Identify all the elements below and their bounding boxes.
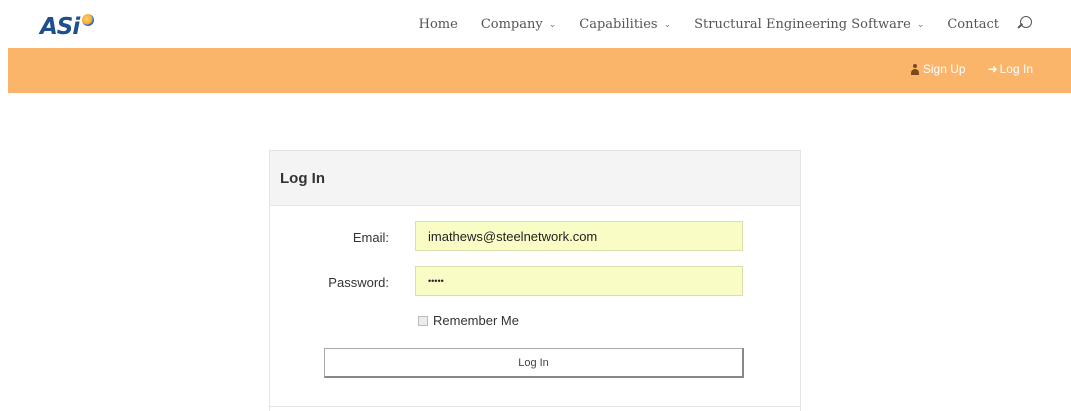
- nav-item-label: Home: [418, 16, 458, 32]
- auth-links: Sign Up ➜ Log In: [888, 62, 1033, 76]
- nav-item-label: Contact: [947, 16, 999, 32]
- sign-up-link[interactable]: Sign Up: [910, 62, 966, 76]
- remember-me-checkbox[interactable]: [418, 315, 428, 326]
- log-in-button-label: Log In: [518, 356, 549, 369]
- chevron-down-icon: ⌄: [663, 20, 672, 30]
- password-value: •••••: [428, 276, 444, 286]
- logo-text: ASi: [40, 14, 80, 40]
- remember-me[interactable]: Remember Me: [418, 313, 519, 328]
- asi-logo[interactable]: ASi: [40, 14, 100, 46]
- login-title: Log In: [280, 169, 325, 187]
- email-value: imathews@steelnetwork.com: [428, 228, 598, 244]
- email-field[interactable]: imathews@steelnetwork.com: [415, 221, 743, 251]
- email-label: Email:: [352, 230, 389, 245]
- nav-item-label: Structural Engineering Software: [694, 16, 911, 32]
- chevron-down-icon: ⌄: [548, 20, 557, 30]
- logo-globe-icon: [82, 14, 94, 26]
- nav-item-capabilities[interactable]: Capabilities ⌄: [579, 17, 671, 32]
- password-field[interactable]: •••••: [415, 266, 743, 296]
- nav-item-contact[interactable]: Contact: [947, 17, 999, 32]
- nav-item-home[interactable]: Home: [419, 17, 458, 32]
- nav-item-label: Capabilities: [579, 16, 658, 32]
- top-navbar: ASi Home Company ⌄ Capabilities ⌄ Struct…: [0, 0, 1071, 48]
- nav-item-structural-engineering-software[interactable]: Structural Engineering Software ⌄: [694, 17, 924, 32]
- password-label: Password:: [328, 275, 389, 290]
- nav-item-company[interactable]: Company ⌄: [481, 17, 556, 32]
- log-in-button[interactable]: Log In: [324, 348, 744, 378]
- login-card-header: Log In: [270, 151, 800, 206]
- search-icon-ring: [1020, 16, 1032, 28]
- account-bar: Sign Up ➜ Log In: [8, 48, 1071, 93]
- nav-item-label: Company: [480, 16, 543, 32]
- sign-in-icon: ➜: [987, 62, 998, 76]
- main-menu: Home Company ⌄ Capabilities ⌄ Structural…: [396, 0, 1071, 48]
- user-icon: [910, 63, 920, 75]
- remember-me-label: Remember Me: [433, 313, 519, 328]
- chevron-down-icon: ⌄: [916, 20, 925, 30]
- log-in-link[interactable]: ➜ Log In: [988, 62, 1033, 76]
- log-in-label: Log In: [999, 62, 1033, 76]
- card-footer-divider: [270, 406, 800, 407]
- login-card: Log In Email: imathews@steelnetwork.com …: [269, 150, 801, 411]
- sign-up-label: Sign Up: [922, 62, 966, 76]
- search-icon[interactable]: [1017, 16, 1033, 32]
